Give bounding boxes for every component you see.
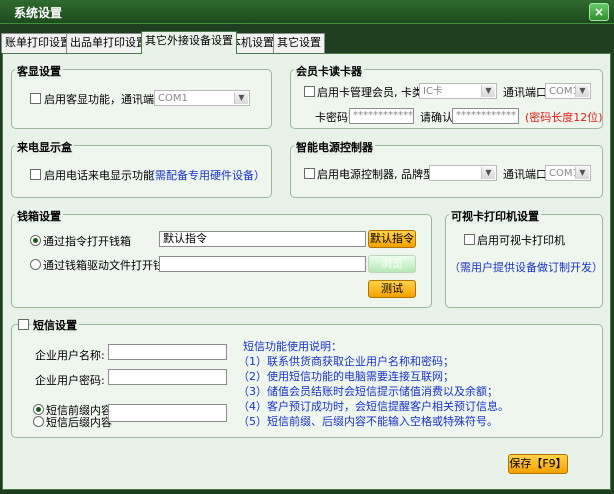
member-port-label: 通讯端口 <box>503 86 547 99</box>
default-command-button[interactable]: 默认指令 <box>368 230 416 248</box>
sms-help-item: （5）短信前缀、后缀内容不能输入空格或特殊符号。 <box>238 415 498 428</box>
sms-password-input[interactable] <box>108 369 227 385</box>
customer-display-title: 客显设置 <box>15 63 63 79</box>
member-card-label: 启用卡管理会员, 卡类型 <box>317 86 434 99</box>
visual-card-title: 可视卡打印机设置 <box>449 208 541 224</box>
tab-external-devices[interactable]: 其它外接设备设置 <box>141 31 237 54</box>
caller-id-label: 启用电话来电显示功能 <box>44 169 154 182</box>
drawer-driver-radio[interactable] <box>30 259 41 270</box>
card-type-select[interactable]: IC卡 ▼ <box>419 83 497 99</box>
sms-help-item: （1）联系供货商获取企业用户名称和密码； <box>238 355 454 368</box>
chevron-down-icon: ▼ <box>481 167 495 179</box>
sms-prefix-radio[interactable] <box>33 404 44 415</box>
power-controller-checkbox[interactable] <box>304 168 315 179</box>
tab-order-print[interactable]: 出品单打印设置 <box>66 33 151 53</box>
tab-other-settings[interactable]: 其它设置 <box>273 33 325 53</box>
tab-bill-print[interactable]: 账单打印设置 <box>1 33 75 53</box>
card-password-label: 卡密码 <box>315 111 348 124</box>
drawer-command-radio[interactable] <box>30 235 41 246</box>
power-port-select[interactable]: COM1 ▼ <box>545 165 591 181</box>
card-password-input[interactable]: ************ <box>349 108 414 124</box>
member-card-checkbox[interactable] <box>304 86 315 97</box>
caller-id-title: 来电显示盒 <box>15 139 74 155</box>
drawer-command-label: 通过指令打开钱箱 <box>43 235 131 248</box>
visual-card-checkbox[interactable] <box>464 234 475 245</box>
drawer-driver-label: 通过钱箱驱动文件打开钱箱 <box>43 259 175 272</box>
power-port-label: 通讯端口 <box>503 168 547 181</box>
visual-card-label: 启用可视卡打印机 <box>477 234 565 247</box>
browse-button[interactable]: 浏览 <box>368 255 416 273</box>
sms-title: 短信设置 <box>31 317 79 333</box>
sms-help-item: （3）储值会员结账时会短信提示储值消费以及余额； <box>238 385 498 398</box>
chevron-down-icon: ▼ <box>234 92 248 104</box>
power-controller-label: 启用电源控制器, 品牌型号 <box>317 168 445 181</box>
member-card-title: 会员卡读卡器 <box>294 63 364 79</box>
close-button[interactable]: × <box>589 3 609 21</box>
power-brand-select[interactable]: ▼ <box>429 165 497 181</box>
customer-display-checkbox[interactable] <box>30 93 41 104</box>
title-bar <box>0 0 614 24</box>
sms-suffix-label: 短信后缀内容 <box>46 416 112 429</box>
visual-card-hint: （需用户提供设备做订制开发） <box>449 261 603 274</box>
customer-display-port-select[interactable]: COM1 ▼ <box>154 90 250 106</box>
power-controller-title: 智能电源控制器 <box>294 139 375 155</box>
caller-id-hint: （需配备专用硬件设备） <box>144 169 265 182</box>
confirm-password-input[interactable]: ************ <box>452 108 519 124</box>
caller-id-checkbox[interactable] <box>30 169 41 180</box>
drawer-command-input[interactable]: 默认指令 <box>159 231 366 247</box>
confirm-password-label: 请确认 <box>420 111 453 124</box>
sms-user-input[interactable] <box>108 344 227 360</box>
member-port-select[interactable]: COM1 ▼ <box>545 83 591 99</box>
chevron-down-icon: ▼ <box>575 167 589 179</box>
customer-display-label: 启用客显功能，通讯端口 <box>44 93 165 106</box>
sms-help-title: 短信功能使用说明： <box>243 340 342 353</box>
sms-help-item: （2）使用短信功能的电脑需要连接互联网； <box>238 370 454 383</box>
save-button[interactable]: 保存【F9】 <box>508 454 568 474</box>
chevron-down-icon: ▼ <box>481 85 495 97</box>
sms-help-item: （4）客户预订成功时，会短信提醒客户相关预订信息。 <box>238 400 509 413</box>
sms-content-input[interactable] <box>108 404 227 422</box>
sms-user-label: 企业用户名称: <box>35 349 105 362</box>
sms-password-label: 企业用户密码: <box>35 374 105 387</box>
sms-checkbox[interactable] <box>18 319 29 330</box>
sms-suffix-radio[interactable] <box>33 416 44 427</box>
window-title: 系统设置 <box>14 6 63 20</box>
drawer-driver-input[interactable] <box>159 256 366 272</box>
cash-drawer-title: 钱箱设置 <box>15 208 63 224</box>
chevron-down-icon: ▼ <box>575 85 589 97</box>
test-button[interactable]: 测试 <box>368 280 416 298</box>
password-length-hint: (密码长度12位) <box>525 111 603 124</box>
